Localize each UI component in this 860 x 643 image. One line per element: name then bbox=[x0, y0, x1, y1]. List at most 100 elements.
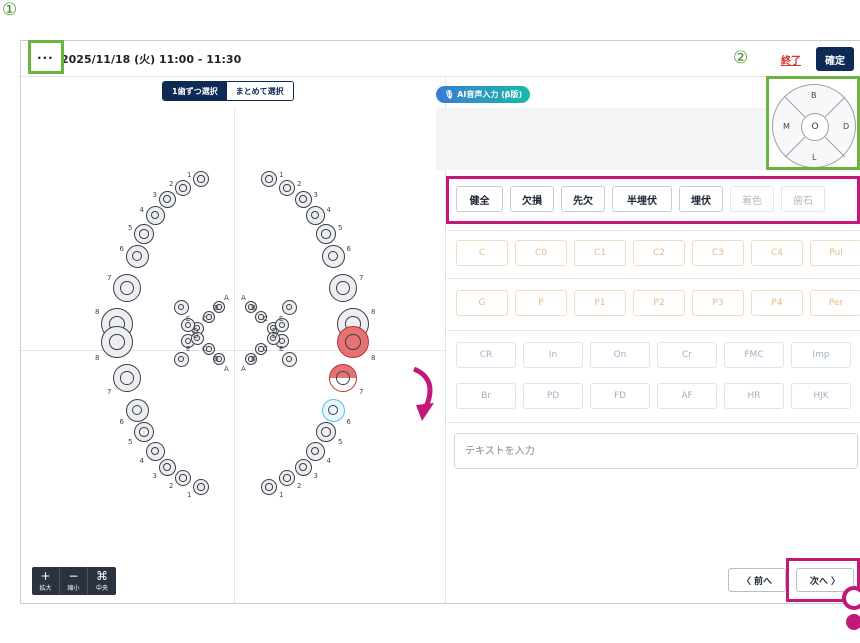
rotation-arrow-icon bbox=[412, 366, 434, 421]
tooth-lower-left[interactable] bbox=[337, 326, 369, 358]
prosth-row1-button: FMC bbox=[724, 342, 784, 368]
tooth-number: 4 bbox=[139, 456, 144, 465]
zoom-controls: + 拡大 − 縮小 ⌘ 中央 bbox=[32, 567, 116, 595]
perio-button: Per bbox=[810, 290, 860, 316]
tooth-number: 7 bbox=[107, 274, 112, 282]
microphone-icon: 🎙 bbox=[444, 90, 455, 99]
tooth-number: E bbox=[186, 314, 191, 323]
tooth-lower-right[interactable] bbox=[125, 398, 149, 422]
center-button[interactable]: ⌘ 中央 bbox=[88, 567, 116, 595]
zoom-out-label: 縮小 bbox=[67, 585, 80, 592]
zoom-in-label: 拡大 bbox=[39, 585, 52, 592]
caries-button: C0 bbox=[515, 240, 567, 266]
tooth-number: C bbox=[263, 344, 268, 353]
separator bbox=[447, 422, 860, 423]
center-icon: ⌘ bbox=[96, 569, 108, 583]
caries-button: C1 bbox=[574, 240, 626, 266]
tooth-number: 5 bbox=[338, 224, 343, 232]
prosth-row2-button: AF bbox=[657, 383, 717, 409]
tooth-number: E bbox=[186, 344, 191, 353]
annotation-one: ① bbox=[2, 0, 18, 20]
tooth-lower-left[interactable] bbox=[321, 398, 345, 422]
tooth-lower-left[interactable] bbox=[329, 364, 357, 392]
prev-button[interactable]: 〈 前へ bbox=[728, 568, 786, 592]
prosthesis-buttons-row2: Br PD FD AF HR HJK bbox=[456, 383, 851, 409]
tooth-number: B bbox=[251, 355, 256, 363]
tooth-lower-left[interactable] bbox=[261, 479, 277, 495]
tooth-upper-right[interactable] bbox=[125, 244, 149, 268]
tooth-upper-right-primary[interactable] bbox=[173, 351, 189, 367]
perio-button: P3 bbox=[692, 290, 744, 316]
tooth-lower-right[interactable] bbox=[158, 458, 176, 476]
tooth-number: 2 bbox=[169, 180, 174, 188]
tooth-upper-left[interactable] bbox=[294, 190, 312, 208]
tooth-upper-right[interactable] bbox=[145, 205, 165, 225]
confirm-button[interactable]: 確定 bbox=[816, 47, 854, 71]
tooth-number: D bbox=[193, 332, 199, 340]
tooth-number: 2 bbox=[169, 482, 174, 490]
annotation-two: ② bbox=[733, 48, 749, 68]
caries-button: Pul bbox=[810, 240, 860, 266]
tooth-upper-left-primary[interactable] bbox=[281, 351, 297, 367]
tooth-upper-right[interactable] bbox=[158, 190, 176, 208]
tooth-lower-right[interactable] bbox=[113, 364, 141, 392]
tooth-number: 1 bbox=[279, 171, 284, 179]
tooth-number: C bbox=[263, 314, 268, 323]
tooth-number: B bbox=[251, 304, 256, 312]
tooth-number: 6 bbox=[346, 244, 351, 253]
tooth-lower-right[interactable] bbox=[145, 441, 165, 461]
caries-buttons: C C0 C1 C2 C3 C4 Pul bbox=[456, 240, 860, 266]
perio-button: P4 bbox=[751, 290, 803, 316]
tooth-lower-right-primary[interactable] bbox=[173, 299, 189, 315]
tooth-upper-left[interactable] bbox=[329, 274, 357, 302]
tooth-upper-right[interactable] bbox=[113, 274, 141, 302]
batch-select-tab[interactable]: まとめて選択 bbox=[226, 82, 293, 100]
tooth-upper-right[interactable] bbox=[175, 180, 191, 196]
tooth-number: D bbox=[272, 332, 278, 340]
prosthesis-buttons-row1: CR In On Cr FMC Imp bbox=[456, 342, 851, 368]
caries-button: C3 bbox=[692, 240, 744, 266]
tooth-lower-left[interactable] bbox=[279, 470, 295, 486]
highlight-menu bbox=[28, 40, 64, 74]
tooth-upper-left[interactable] bbox=[305, 205, 325, 225]
tooth-number: A bbox=[241, 365, 246, 373]
tooth-upper-left[interactable] bbox=[261, 171, 277, 187]
tooth-upper-right[interactable] bbox=[193, 171, 209, 187]
ai-voice-input-button[interactable]: 🎙 AI音声入力 (β版) bbox=[436, 86, 531, 103]
tooth-number: 2 bbox=[297, 180, 302, 188]
perio-button: P2 bbox=[633, 290, 685, 316]
perio-button: P bbox=[515, 290, 567, 316]
tooth-lower-right[interactable] bbox=[101, 326, 133, 358]
tooth-number: 3 bbox=[152, 190, 157, 199]
center-label: 中央 bbox=[95, 585, 108, 592]
tooth-lower-right[interactable] bbox=[134, 422, 154, 442]
perio-button: P1 bbox=[574, 290, 626, 316]
tooth-lower-left-primary[interactable] bbox=[281, 299, 297, 315]
tooth-upper-right[interactable] bbox=[134, 224, 154, 244]
tooth-lower-left[interactable] bbox=[316, 422, 336, 442]
pointer-marker bbox=[842, 586, 860, 610]
zoom-in-button[interactable]: + 拡大 bbox=[32, 567, 60, 595]
end-link[interactable]: 終了 bbox=[781, 52, 801, 67]
tooth-lower-right[interactable] bbox=[175, 470, 191, 486]
tooth-number: 8 bbox=[95, 354, 100, 362]
tooth-number: 5 bbox=[338, 438, 343, 446]
tooth-upper-left[interactable] bbox=[316, 224, 336, 244]
tooth-number: 4 bbox=[326, 456, 331, 465]
tooth-upper-left[interactable] bbox=[321, 244, 345, 268]
free-text-input[interactable]: テキストを入力 bbox=[454, 433, 858, 469]
tooth-number: E bbox=[279, 344, 284, 353]
tooth-lower-left[interactable] bbox=[294, 458, 312, 476]
highlight-status bbox=[446, 176, 860, 224]
tooth-number: 5 bbox=[128, 224, 133, 232]
tooth-number: 1 bbox=[187, 171, 192, 179]
minus-icon: − bbox=[68, 569, 79, 583]
single-select-tab[interactable]: 1歯ずつ選択 bbox=[163, 82, 227, 100]
tooth-number: 3 bbox=[313, 471, 318, 480]
prosth-row1-button: Imp bbox=[791, 342, 851, 368]
prosth-row1-button: On bbox=[590, 342, 650, 368]
zoom-out-button[interactable]: − 縮小 bbox=[60, 567, 88, 595]
tooth-lower-left[interactable] bbox=[305, 441, 325, 461]
tooth-lower-right[interactable] bbox=[193, 479, 209, 495]
tooth-upper-left[interactable] bbox=[279, 180, 295, 196]
